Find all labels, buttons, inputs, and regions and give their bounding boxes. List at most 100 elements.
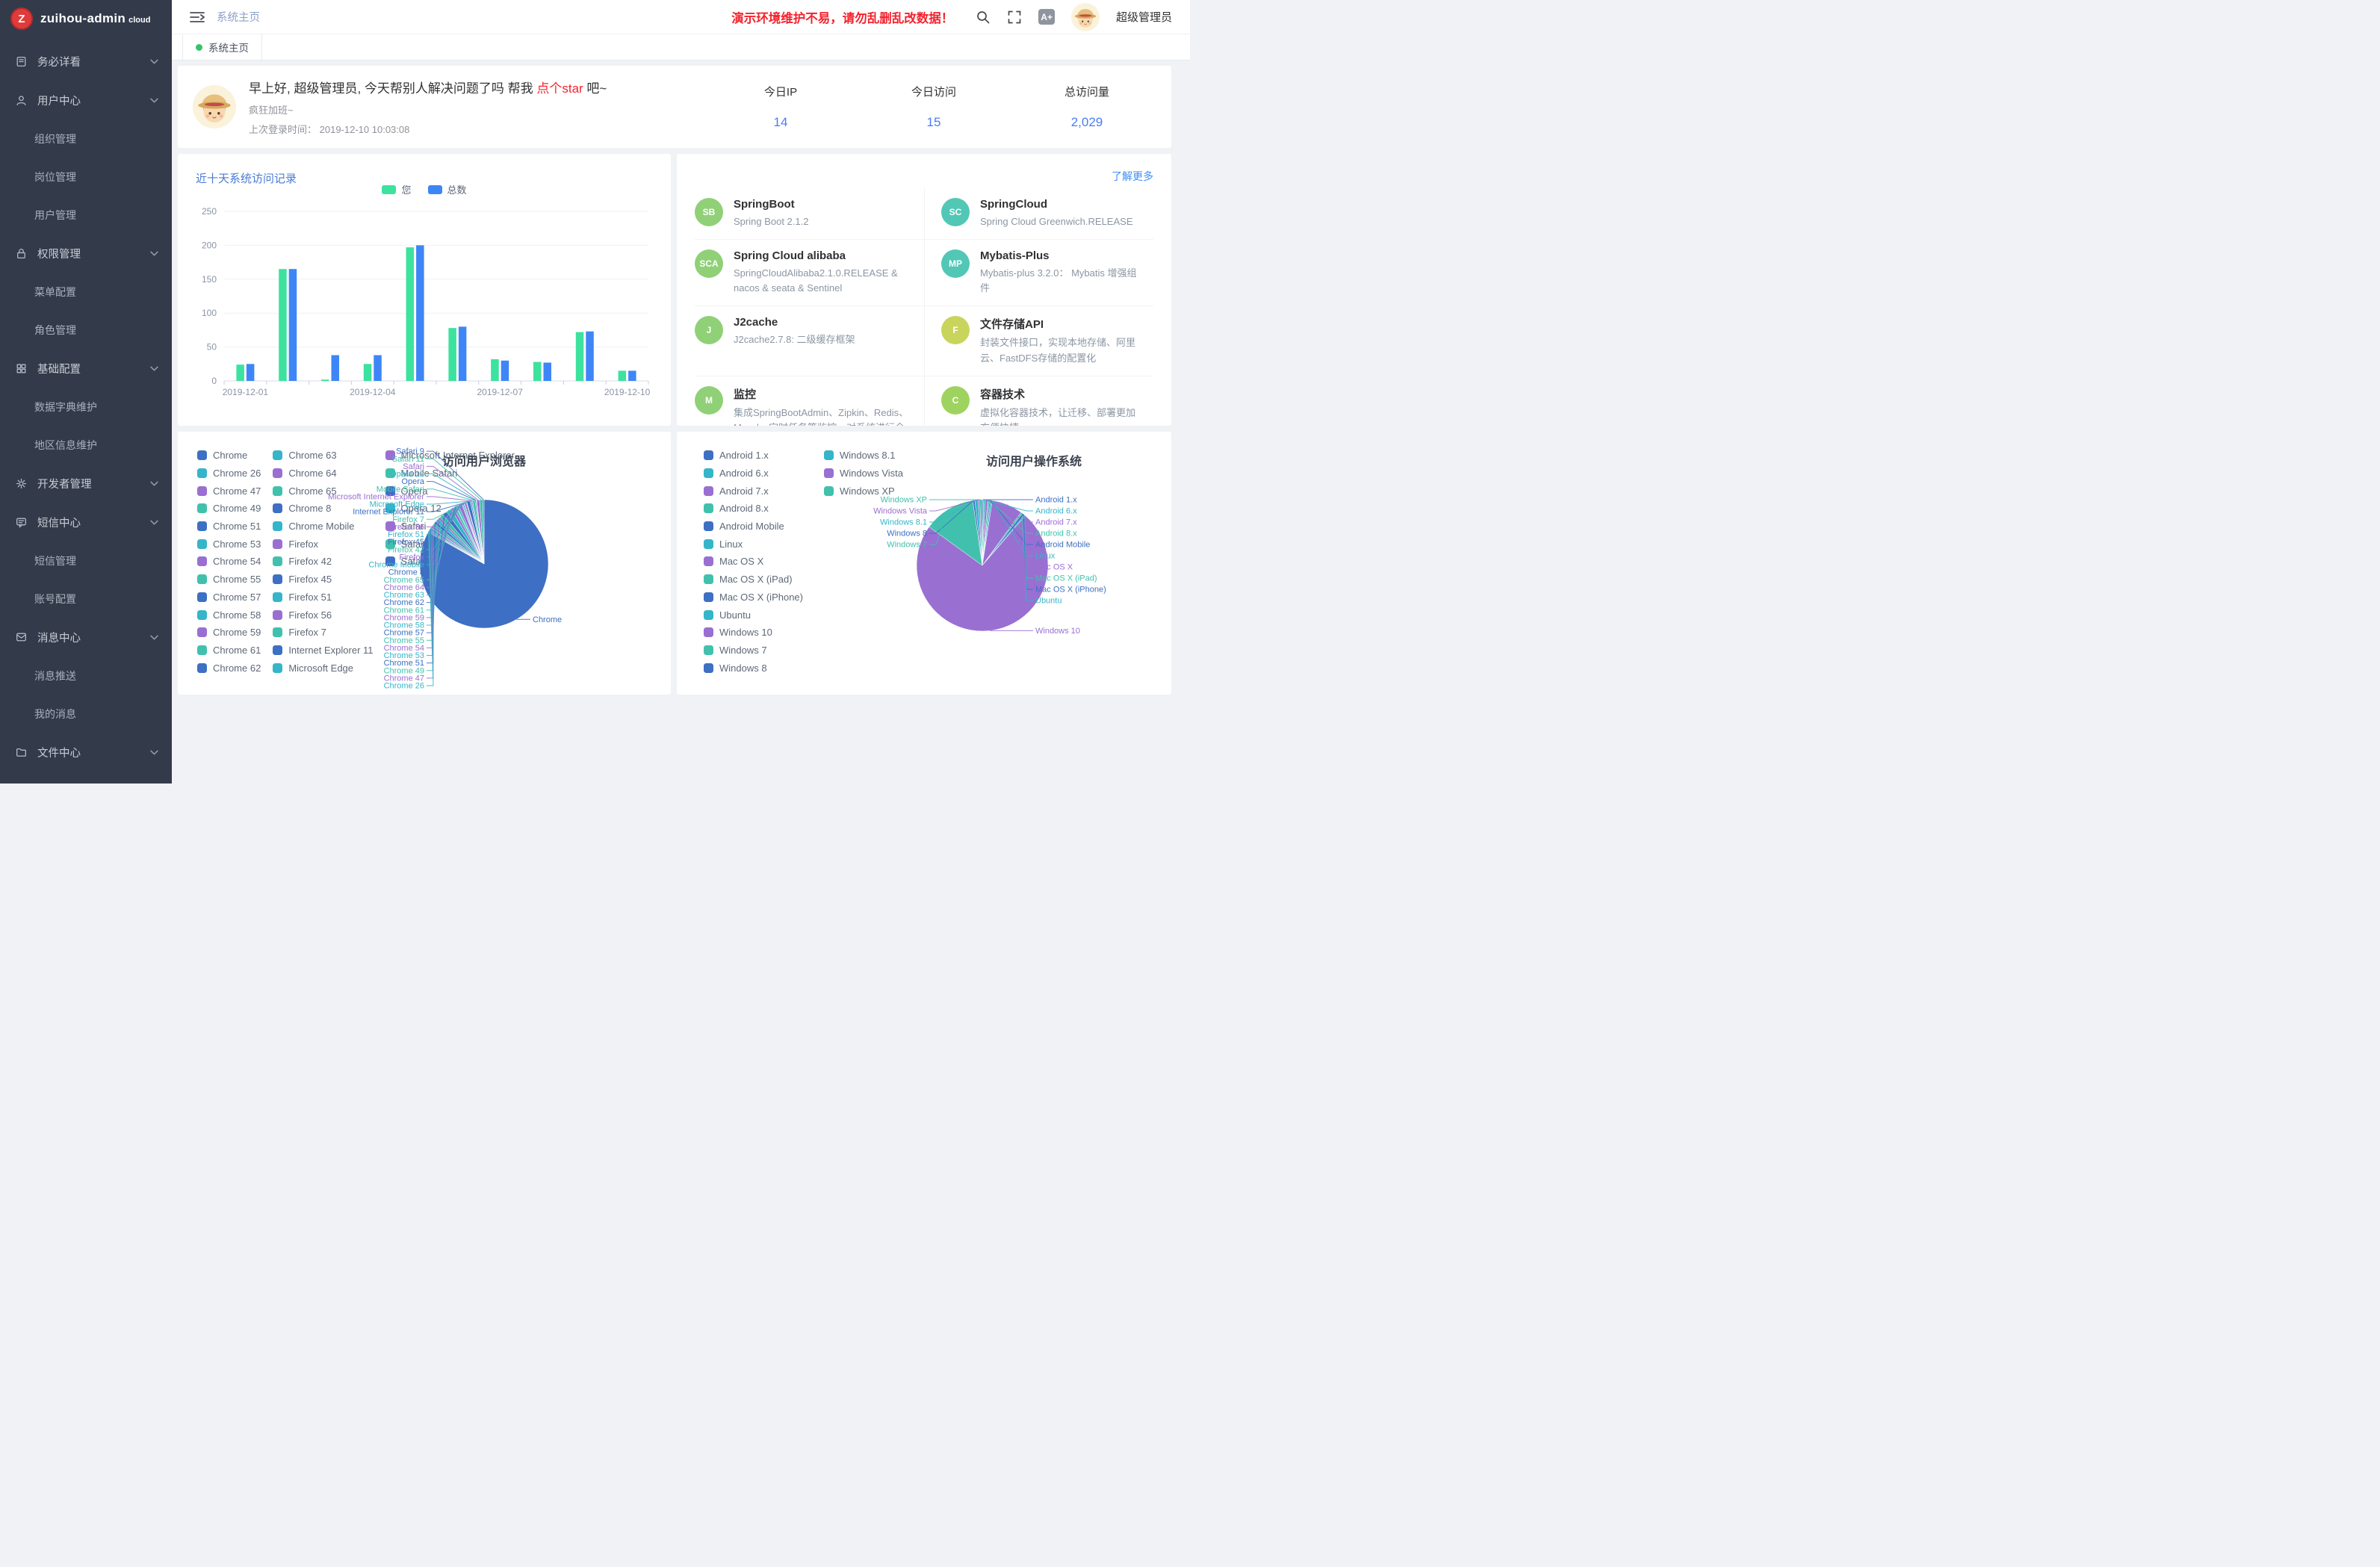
legend-item[interactable]: Chrome Mobile (273, 518, 373, 536)
bar-您-2019-12-01[interactable] (236, 364, 244, 381)
bar-总数-2019-12-01[interactable] (247, 364, 255, 381)
pie-slice-Android Mobile[interactable] (982, 500, 991, 565)
legend-item[interactable]: Firefox 56 (273, 606, 373, 624)
sidebar-subitem[interactable]: 菜单配置 (0, 273, 172, 311)
legend-item[interactable]: Mac OS X (704, 553, 803, 571)
legend-item[interactable]: Windows 8 (704, 659, 803, 677)
legend-item[interactable]: Android 8.x (704, 500, 803, 518)
pie-slice-Mac OS X (iPhone)[interactable] (982, 513, 1024, 565)
legend-item[interactable]: Safari 9 (385, 553, 515, 571)
user-name[interactable]: 超级管理员 (1116, 9, 1172, 25)
legend-item[interactable]: Windows 8.1 (824, 447, 903, 465)
bar-总数-2019-12-04[interactable] (374, 355, 382, 381)
bar-总数-2019-12-10[interactable] (628, 370, 636, 381)
legend-item[interactable]: Windows 10 (704, 624, 803, 642)
bar-legend-您[interactable]: 您 (382, 182, 411, 196)
legend-item[interactable]: Internet Explorer 11 (273, 642, 373, 660)
logo[interactable]: Z zuihou-admin cloud (0, 0, 172, 37)
legend-item[interactable]: Android Mobile (704, 518, 803, 536)
tab-home[interactable]: 系统主页 (182, 34, 262, 60)
sidebar-item-6[interactable]: 消息中心 (0, 618, 172, 657)
legend-item[interactable]: Chrome 47 (197, 482, 261, 500)
font-size-icon[interactable]: A+ (1038, 9, 1055, 25)
sidebar-item-1[interactable]: 用户中心 (0, 81, 172, 120)
legend-item[interactable]: Android 7.x (704, 482, 803, 500)
legend-item[interactable]: Safari 11 (385, 535, 515, 553)
legend-item[interactable]: Firefox 42 (273, 553, 373, 571)
pie-slice-Mac OS X[interactable] (982, 500, 1021, 565)
sidebar-subitem[interactable]: 数据字典维护 (0, 388, 172, 426)
pie-slice-Ubuntu[interactable] (982, 515, 1026, 565)
legend-item[interactable]: Chrome 55 (197, 571, 261, 589)
sidebar-subitem[interactable]: 岗位管理 (0, 158, 172, 196)
legend-item[interactable]: Opera 12 (385, 500, 515, 518)
legend-item[interactable]: Mobile Safari (385, 465, 515, 482)
legend-item[interactable]: Windows Vista (824, 465, 903, 482)
bar-您-2019-12-04[interactable] (364, 364, 372, 381)
bar-总数-2019-12-09[interactable] (586, 332, 594, 381)
search-icon[interactable] (976, 10, 991, 25)
legend-item[interactable]: Mac OS X (iPad) (704, 571, 803, 589)
legend-item[interactable]: Chrome 26 (197, 465, 261, 482)
sidebar-item-0[interactable]: 务必详看 (0, 42, 172, 81)
bar-您-2019-12-02[interactable] (279, 269, 287, 381)
pie-slice-Windows 7[interactable] (929, 500, 982, 565)
legend-item[interactable]: Firefox 51 (273, 589, 373, 606)
legend-item[interactable]: Chrome 49 (197, 500, 261, 518)
legend-item[interactable]: Chrome (197, 447, 261, 465)
legend-item[interactable]: Chrome 8 (273, 500, 373, 518)
collapse-sidebar-icon[interactable] (190, 10, 205, 24)
legend-item[interactable]: Chrome 58 (197, 606, 261, 624)
pie-slice-Windows Vista[interactable] (978, 500, 982, 565)
bar-您-2019-12-03[interactable] (321, 379, 329, 381)
legend-item[interactable]: Chrome 63 (273, 447, 373, 465)
sidebar-subitem[interactable]: 短信管理 (0, 542, 172, 580)
bar-总数-2019-12-05[interactable] (416, 245, 424, 381)
sidebar-subitem[interactable]: 角色管理 (0, 311, 172, 349)
legend-item[interactable]: Chrome 57 (197, 589, 261, 606)
sidebar-item-7[interactable]: 文件中心 (0, 733, 172, 772)
legend-item[interactable]: Linux (704, 535, 803, 553)
pie-slice-Android 8.x[interactable] (982, 500, 990, 565)
legend-item[interactable]: Firefox 45 (273, 571, 373, 589)
legend-item[interactable]: Safari (385, 518, 515, 536)
legend-item[interactable]: Opera (385, 482, 515, 500)
legend-item[interactable]: Microsoft Edge (273, 659, 373, 677)
bar-总数-2019-12-02[interactable] (289, 269, 297, 381)
sidebar-subitem[interactable]: 组织管理 (0, 120, 172, 158)
legend-item[interactable]: Chrome 59 (197, 624, 261, 642)
legend-item[interactable]: Chrome 65 (273, 482, 373, 500)
bar-总数-2019-12-06[interactable] (459, 326, 467, 381)
legend-item[interactable]: Chrome 61 (197, 642, 261, 660)
pie-slice-Mac OS X (iPad)[interactable] (982, 512, 1023, 565)
pie-slice-Android 6.x[interactable] (982, 500, 985, 565)
sidebar-item-3[interactable]: 基础配置 (0, 349, 172, 388)
bar-您-2019-12-07[interactable] (491, 359, 499, 381)
legend-item[interactable]: Chrome 51 (197, 518, 261, 536)
fullscreen-icon[interactable] (1007, 10, 1022, 25)
legend-item[interactable]: Chrome 54 (197, 553, 261, 571)
sidebar-subitem[interactable]: 地区信息维护 (0, 426, 172, 464)
sidebar-subitem[interactable]: 消息推送 (0, 657, 172, 695)
bar-总数-2019-12-03[interactable] (332, 355, 340, 381)
legend-item[interactable]: Windows XP (824, 482, 903, 500)
legend-item[interactable]: Android 1.x (704, 447, 803, 465)
pie-slice-Windows 8.1[interactable] (975, 500, 982, 565)
sidebar-item-2[interactable]: 权限管理 (0, 234, 172, 273)
pie-slice-Android 7.x[interactable] (982, 500, 988, 565)
legend-item[interactable]: Chrome 53 (197, 535, 261, 553)
legend-item[interactable]: Firefox 7 (273, 624, 373, 642)
bar-您-2019-12-05[interactable] (406, 247, 415, 381)
legend-item[interactable]: Firefox (273, 535, 373, 553)
sidebar-item-5[interactable]: 短信中心 (0, 503, 172, 542)
sidebar-item-4[interactable]: 开发者管理 (0, 464, 172, 503)
pie-slice-Windows XP[interactable] (980, 500, 982, 565)
pie-slice-Android 1.x[interactable] (982, 500, 984, 565)
pie-slice-Windows 10[interactable] (917, 516, 1048, 631)
bar-您-2019-12-06[interactable] (448, 328, 456, 381)
user-avatar[interactable] (1071, 3, 1100, 31)
legend-item[interactable]: Microsoft Internet Explorer (385, 447, 515, 465)
bar-总数-2019-12-07[interactable] (501, 361, 509, 381)
breadcrumb[interactable]: 系统主页 (217, 9, 260, 25)
legend-item[interactable]: Windows 7 (704, 642, 803, 660)
